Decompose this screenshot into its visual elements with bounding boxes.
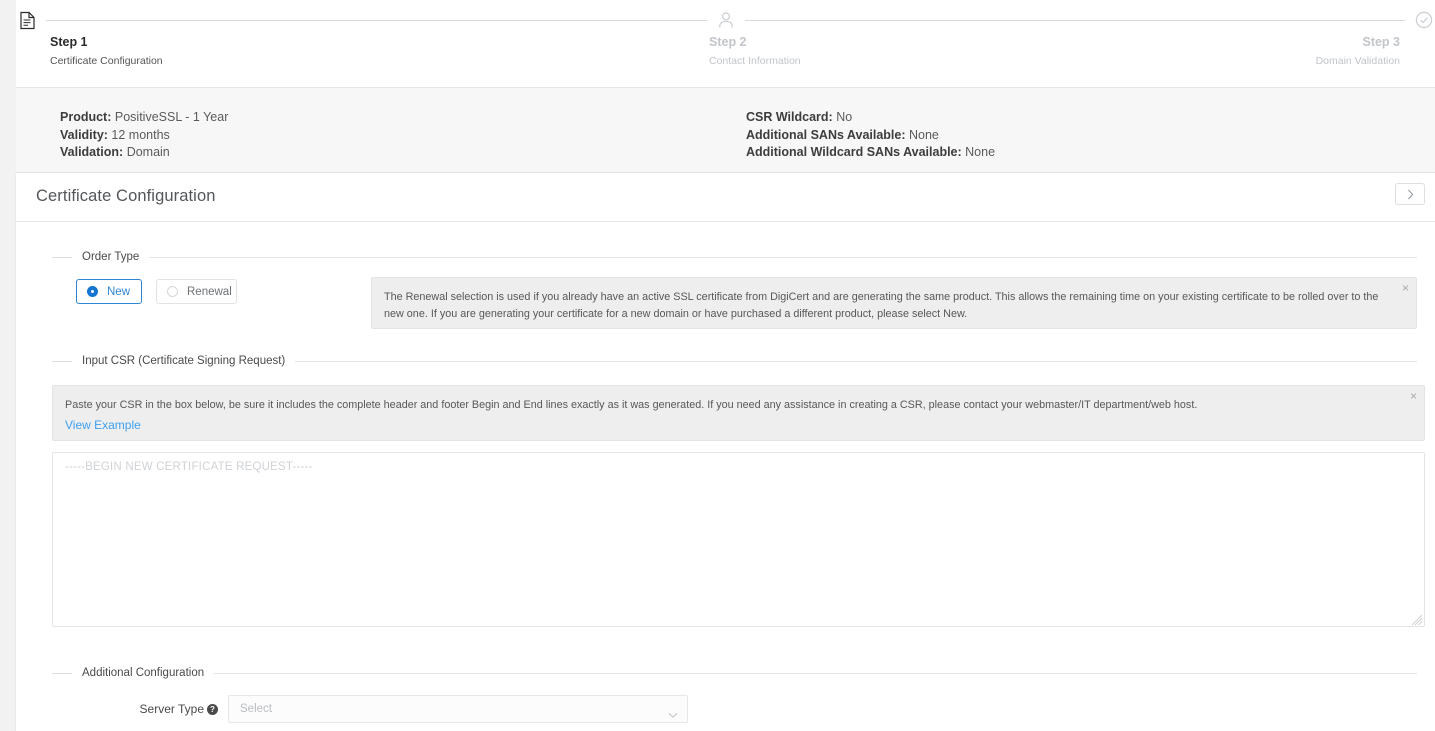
summary-label-csr-wildcard: CSR Wildcard: <box>746 110 833 124</box>
stepper-connector-2 <box>744 19 1405 21</box>
summary-value-validation: Domain <box>126 145 170 159</box>
additional-configuration-legend-row: Additional Configuration <box>52 665 1417 681</box>
summary-row-csr-wildcard: CSR Wildcard: No <box>746 109 995 127</box>
textarea-resize-handle[interactable] <box>1411 613 1423 626</box>
stepper-step-1-title: Step 1 <box>50 35 88 49</box>
summary-label-validity: Validity: <box>60 127 108 142</box>
summary-value-csr-wildcard: No <box>836 110 853 124</box>
order-type-option-new-label: New <box>107 285 131 298</box>
radio-icon-new <box>87 286 98 297</box>
order-type-legend-row: Order Type <box>52 249 1417 265</box>
summary-value-validity: 12 months <box>111 127 170 142</box>
stepper-step-1-subtitle: Certificate Configuration <box>50 55 163 67</box>
additional-configuration-legend: Additional Configuration <box>82 667 205 679</box>
server-type-label-wrap: Server Type? <box>88 702 228 716</box>
order-type-alert-close-icon[interactable]: × <box>1402 282 1409 294</box>
fieldset-rule <box>214 672 1417 674</box>
order-type-option-renewal[interactable]: Renewal <box>156 279 237 304</box>
product-summary-right: CSR Wildcard: No Additional SANs Availab… <box>746 109 995 162</box>
fieldset-dash <box>52 672 72 674</box>
server-type-row: Server Type? Select <box>88 695 688 723</box>
check-circle-icon <box>1413 9 1435 31</box>
stepper-step-2-subtitle: Contact Information <box>709 55 801 67</box>
stepper-step-3-subtitle: Domain Validation <box>1315 55 1400 67</box>
panel-header: Certificate Configuration <box>16 173 1435 222</box>
fieldset-dash <box>52 256 72 258</box>
input-csr-legend: Input CSR (Certificate Signing Request) <box>82 355 286 367</box>
person-icon <box>715 9 737 31</box>
stepper-labels-row: Step 1 Certificate Configuration Step 2 … <box>16 34 1435 80</box>
summary-value-additional-wildcard-sans: None <box>965 145 996 159</box>
order-type-fieldset: Order Type New Renewal The Renewal selec… <box>52 249 1417 329</box>
order-type-info-alert: The Renewal selection is used if you alr… <box>371 277 1417 329</box>
additional-configuration-fieldset: Additional Configuration Server Type? Se… <box>52 665 1417 723</box>
product-summary-left: Product: PositiveSSL - 1 Year Validity: … <box>60 109 228 162</box>
input-csr-legend-row: Input CSR (Certificate Signing Request) <box>52 353 1417 369</box>
input-csr-fieldset: Input CSR (Certificate Signing Request) <box>52 353 1417 369</box>
summary-label-additional-sans: Additional SANs Available: <box>746 127 906 142</box>
stepper-step-3[interactable]: Step 3 Domain Validation <box>1316 34 1400 69</box>
stepper-step-1[interactable]: Step 1 Certificate Configuration <box>50 34 163 69</box>
chevron-right-icon <box>1407 189 1414 200</box>
summary-value-additional-sans: None <box>909 127 939 142</box>
order-type-option-renewal-label: Renewal <box>187 285 232 298</box>
stepper-connector-1 <box>46 19 707 21</box>
panel-collapse-button[interactable] <box>1395 183 1425 205</box>
summary-row-additional-sans: Additional SANs Available: None <box>746 127 995 145</box>
order-type-info-alert-text: The Renewal selection is used if you alr… <box>384 291 1379 320</box>
input-csr-alert-close-icon[interactable]: × <box>1410 390 1417 402</box>
summary-value-product: PositiveSSL - 1 Year <box>114 110 229 124</box>
stepper-step-2[interactable]: Step 2 Contact Information <box>709 34 801 69</box>
stepper-step-2-title: Step 2 <box>709 35 747 49</box>
input-csr-info-alert: Paste your CSR in the box below, be sure… <box>52 385 1425 441</box>
stepper-step-3-title: Step 3 <box>1362 35 1400 49</box>
page-root: Step 1 Certificate Configuration Step 2 … <box>0 0 1435 731</box>
csr-textarea-placeholder: -----BEGIN NEW CERTIFICATE REQUEST----- <box>65 461 313 473</box>
fieldset-dash <box>52 360 72 362</box>
summary-label-product: Product: <box>60 110 112 124</box>
order-type-radio-group: New Renewal <box>76 279 237 304</box>
radio-icon-renewal <box>167 286 178 297</box>
wizard-stepper: Step 1 Certificate Configuration Step 2 … <box>16 0 1435 88</box>
certificate-configuration-panel: Certificate Configuration Order Type New… <box>16 173 1435 731</box>
summary-row-validity: Validity: 12 months <box>60 127 228 145</box>
chevron-down-icon <box>668 706 678 724</box>
page-title: Certificate Configuration <box>36 187 216 205</box>
question-mark-icon[interactable]: ? <box>207 704 218 715</box>
summary-row-product: Product: PositiveSSL - 1 Year <box>60 109 228 127</box>
summary-row-additional-wildcard-sans: Additional Wildcard SANs Available: None <box>746 144 995 162</box>
server-type-select[interactable]: Select <box>228 695 688 723</box>
order-type-option-new[interactable]: New <box>76 279 142 304</box>
view-example-link[interactable]: View Example <box>65 418 141 432</box>
summary-label-additional-wildcard-sans: Additional Wildcard SANs Available: <box>746 145 962 159</box>
summary-row-validation: Validation: Domain <box>60 144 228 162</box>
server-type-select-value: Select <box>240 703 272 715</box>
document-icon <box>16 9 38 31</box>
product-summary-bar: Product: PositiveSSL - 1 Year Validity: … <box>16 88 1435 173</box>
fieldset-rule <box>295 360 1417 362</box>
csr-textarea[interactable]: -----BEGIN NEW CERTIFICATE REQUEST----- <box>52 452 1425 627</box>
server-type-label: Server Type <box>139 702 204 716</box>
order-type-legend: Order Type <box>82 251 140 263</box>
stepper-icons-row <box>16 0 1435 30</box>
input-csr-info-alert-text: Paste your CSR in the box below, be sure… <box>65 399 1198 411</box>
summary-label-validation: Validation: <box>60 145 124 159</box>
fieldset-rule <box>149 256 1417 258</box>
